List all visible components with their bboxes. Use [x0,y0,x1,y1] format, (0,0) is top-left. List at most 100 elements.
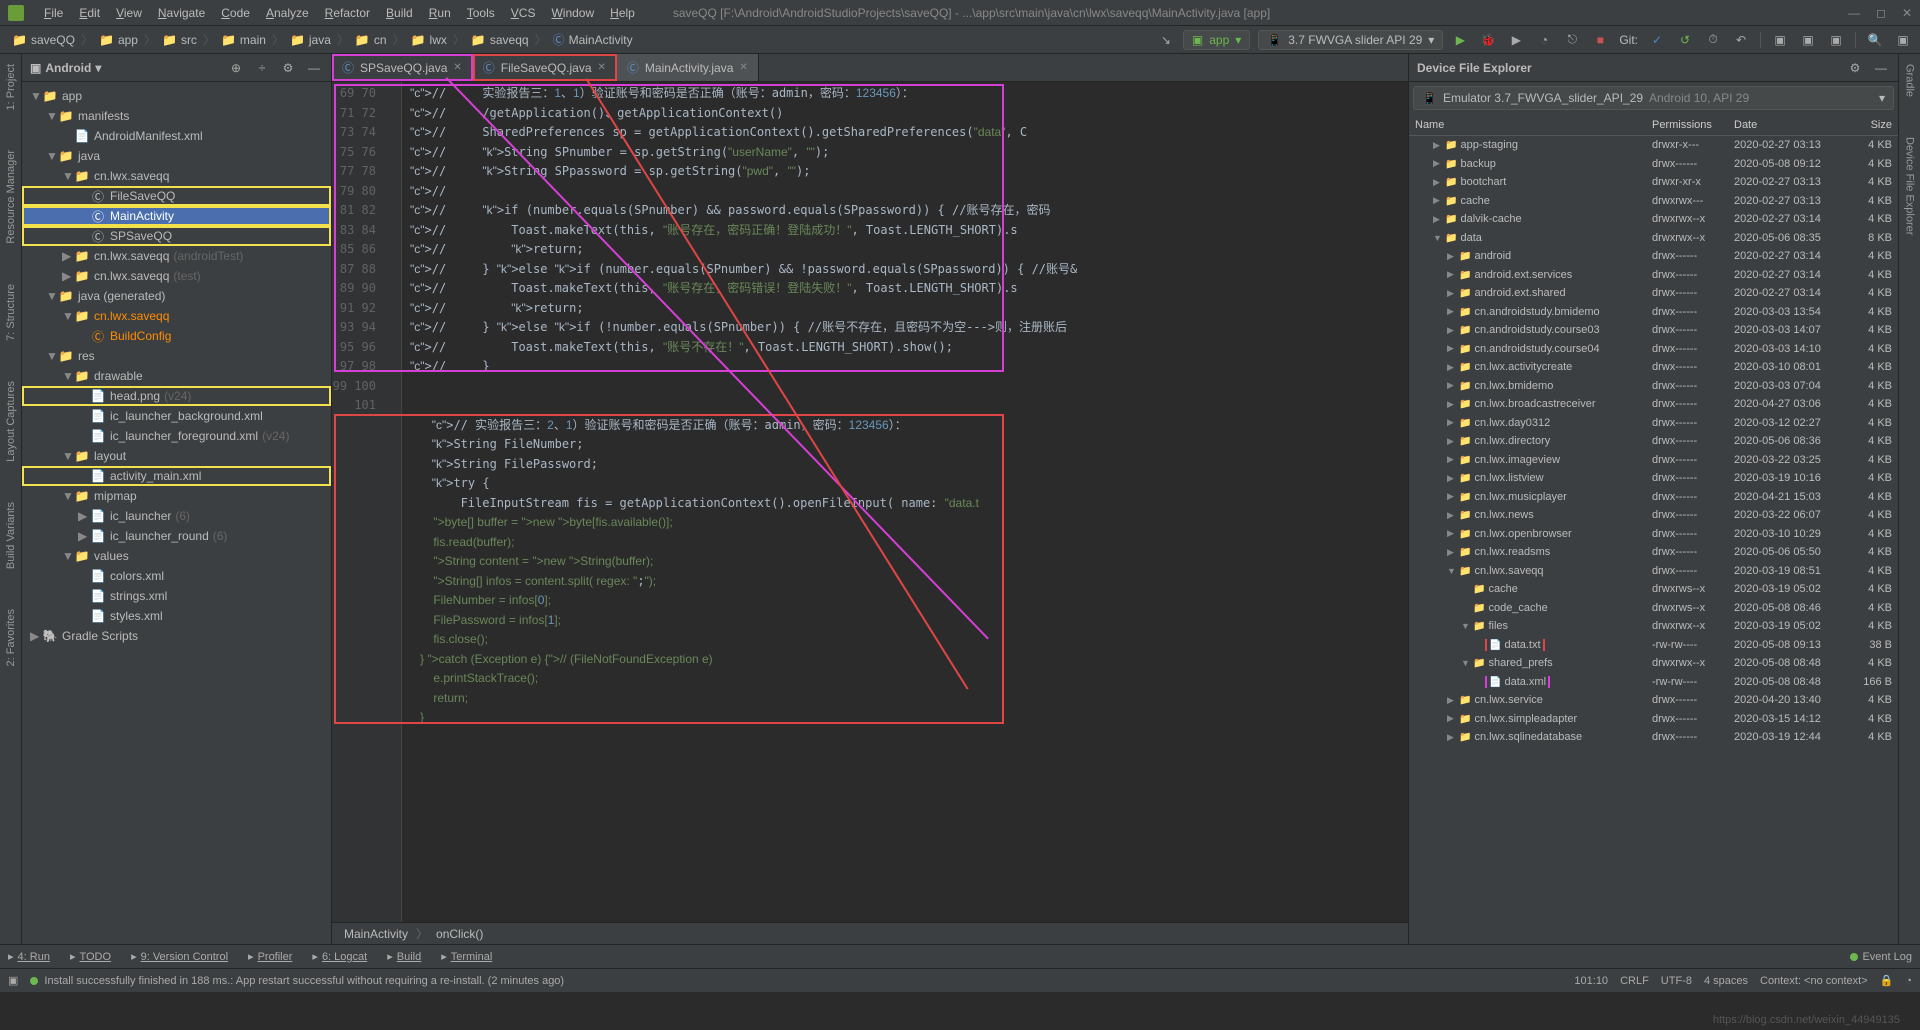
tree-node[interactable]: ▼📁drawable [22,366,331,386]
tree-node[interactable]: 📄AndroidManifest.xml [22,126,331,146]
file-row[interactable]: ▶📁cn.lwx.day0312drwx------2020-03-12 02:… [1409,414,1898,433]
file-row[interactable]: 📄data.xml-rw-rw----2020-05-08 08:48166 B [1409,673,1898,692]
tree-node[interactable]: ▼📁cn.lwx.saveqq [22,166,331,186]
bottom-tab-4--run[interactable]: ▸ 4: Run [8,950,50,963]
run-config-combo[interactable]: ▣ app ▾ [1183,30,1250,50]
line-separator[interactable]: CRLF [1620,975,1649,987]
collapse-icon[interactable]: ÷ [253,59,271,77]
sync-icon[interactable]: ↘ [1157,31,1175,49]
file-row[interactable]: ▶📁cn.lwx.sqlinedatabasedrwx------2020-03… [1409,728,1898,747]
tree-node[interactable]: ⒸSPSaveQQ [22,226,331,246]
code-editor[interactable]: 69 70 71 72 73 74 75 76 77 78 79 80 81 8… [332,82,1408,922]
event-log-button[interactable]: Event Log [1850,951,1912,963]
attach-icon[interactable]: ⎋ [1563,31,1581,49]
file-row[interactable]: ▶📁app-stagingdrwxr-x---2020-02-27 03:134… [1409,136,1898,155]
bottom-tab-profiler[interactable]: ▸ Profiler [248,950,292,963]
file-row[interactable]: 📁cachedrwxrws--x2020-03-19 05:024 KB [1409,580,1898,599]
tree-node[interactable]: 📄head.png(v24) [22,386,331,406]
close-tab-icon[interactable]: ✕ [453,62,461,73]
tree-node[interactable]: ▶📁cn.lwx.saveqq(androidTest) [22,246,331,266]
git-pull-icon[interactable]: ✓ [1648,31,1666,49]
maximize-icon[interactable]: ◻ [1876,6,1886,20]
left-tab-1--project[interactable]: 1: Project [5,64,17,110]
tree-node[interactable]: ▼📁java [22,146,331,166]
tree-node[interactable]: ▶📄ic_launcher_round(6) [22,526,331,546]
crumb-main[interactable]: 📁 main [217,31,270,49]
file-encoding[interactable]: UTF-8 [1661,975,1692,987]
tree-node[interactable]: 📄styles.xml [22,606,331,626]
device-combo[interactable]: 📱 3.7 FWVGA slider API 29 ▾ [1258,30,1443,50]
tree-node[interactable]: ▼📁res [22,346,331,366]
menu-refactor[interactable]: Refactor [317,6,378,20]
file-row[interactable]: 📁code_cachedrwxrws--x2020-05-08 08:464 K… [1409,599,1898,618]
right-tab-gradle[interactable]: Gradle [1904,64,1916,97]
menu-build[interactable]: Build [378,6,421,20]
hide-icon[interactable]: — [305,59,323,77]
left-tab-7--structure[interactable]: 7: Structure [5,284,17,341]
bottom-tab-build[interactable]: ▸ Build [387,950,421,963]
editor-tab[interactable]: ⒸFileSaveQQ.java✕ [473,54,617,81]
bottom-tab-terminal[interactable]: ▸ Terminal [441,950,492,963]
project-view-selector[interactable]: ▣ Android ▾ [30,61,227,75]
bottom-tab-9--version-control[interactable]: ▸ 9: Version Control [131,950,228,963]
file-row[interactable]: ▶📁backupdrwx------2020-05-08 09:124 KB [1409,155,1898,174]
settings-icon[interactable]: ▣ [1894,31,1912,49]
file-row[interactable]: ▶📁android.ext.shareddrwx------2020-02-27… [1409,284,1898,303]
tree-node[interactable]: 📄activity_main.xml [22,466,331,486]
menu-edit[interactable]: Edit [71,6,108,20]
file-row[interactable]: ▼📁shared_prefsdrwxrwx--x2020-05-08 08:48… [1409,654,1898,673]
bottom-tab-6--logcat[interactable]: ▸ 6: Logcat [312,950,367,963]
tree-node[interactable]: 📄ic_launcher_foreground.xml(v24) [22,426,331,446]
git-commit-icon[interactable]: ↺ [1676,31,1694,49]
file-row[interactable]: ▶📁cn.androidstudy.course04drwx------2020… [1409,340,1898,359]
col-name[interactable]: Name [1409,119,1646,131]
menu-run[interactable]: Run [421,6,459,20]
sdk-icon[interactable]: ▣ [1799,31,1817,49]
device-file-table[interactable]: Name Permissions Date Size ▶📁app-staging… [1409,114,1898,944]
file-row[interactable]: ▶📁cn.lwx.musicplayerdrwx------2020-04-21… [1409,488,1898,507]
file-row[interactable]: ▼📁datadrwxrwx--x2020-05-06 08:358 KB [1409,229,1898,248]
file-row[interactable]: ▶📁cn.lwx.broadcastreceiverdrwx------2020… [1409,395,1898,414]
file-row[interactable]: ▼📁filesdrwxrwx--x2020-03-19 05:024 KB [1409,617,1898,636]
crumb-lwx[interactable]: 📁 lwx [407,31,451,49]
tree-node[interactable]: ▼📁cn.lwx.saveqq [22,306,331,326]
breadcrumb[interactable]: 📁 saveQQ〉📁 app〉📁 src〉📁 main〉📁 java〉📁 cn〉… [8,29,1157,50]
tree-node[interactable]: ▶📄ic_launcher(6) [22,506,331,526]
crumb-saveQQ[interactable]: 📁 saveQQ [8,31,79,49]
col-size[interactable]: Size [1848,119,1898,131]
crumb-app[interactable]: 📁 app [95,31,142,49]
file-row[interactable]: 📄data.txt-rw-rw----2020-05-08 09:1338 B [1409,636,1898,655]
git-push-icon[interactable]: ⏱ [1704,31,1722,49]
file-row[interactable]: ▶📁cn.lwx.bmidemodrwx------2020-03-03 07:… [1409,377,1898,396]
code-content[interactable]: "c">// 实验报告三：1、1）验证账号和密码是否正确（账号：admin，密码… [402,82,1408,922]
tree-node[interactable]: ▼📁values [22,546,331,566]
menu-help[interactable]: Help [602,6,643,20]
file-row[interactable]: ▶📁cn.lwx.listviewdrwx------2020-03-19 10… [1409,469,1898,488]
gear-icon[interactable]: ⚙ [279,59,297,77]
file-row[interactable]: ▼📁cn.lwx.saveqqdrwx------2020-03-19 08:5… [1409,562,1898,581]
close-tab-icon[interactable]: ✕ [598,62,606,73]
context-label[interactable]: Context: <no context> [1760,975,1868,987]
lock-icon[interactable]: 🔒 [1880,974,1894,987]
menu-file[interactable]: File [36,6,71,20]
inspector-icon[interactable]: ◔ [1905,975,1912,987]
right-tab-device-file-explorer[interactable]: Device File Explorer [1904,137,1916,235]
coverage-icon[interactable]: ▶ [1507,31,1525,49]
editor-breadcrumb[interactable]: MainActivity〉onClick() [332,922,1408,944]
tree-node[interactable]: ⒸFileSaveQQ [22,186,331,206]
col-date[interactable]: Date [1728,119,1848,131]
menu-vcs[interactable]: VCS [503,6,544,20]
menu-tools[interactable]: Tools [459,6,503,20]
file-row[interactable]: ▶📁bootchartdrwxr-xr-x2020-02-27 03:134 K… [1409,173,1898,192]
col-permissions[interactable]: Permissions [1646,119,1728,131]
editor-tab[interactable]: ⒸSPSaveQQ.java✕ [332,54,473,81]
file-row[interactable]: ▶📁dalvik-cachedrwxrwx--x2020-02-27 03:14… [1409,210,1898,229]
close-icon[interactable]: ✕ [1902,6,1912,20]
file-row[interactable]: ▶📁cn.lwx.activitycreatedrwx------2020-03… [1409,358,1898,377]
file-row[interactable]: ▶📁cn.androidstudy.bmidemodrwx------2020-… [1409,303,1898,322]
crumb-src[interactable]: 📁 src [158,31,201,49]
profile-icon[interactable]: ◔ [1535,31,1553,49]
crumb-MainActivity[interactable]: Ⓒ MainActivity [549,29,637,50]
tree-node[interactable]: ▼📁layout [22,446,331,466]
window-controls[interactable]: — ◻ ✕ [1848,6,1912,20]
